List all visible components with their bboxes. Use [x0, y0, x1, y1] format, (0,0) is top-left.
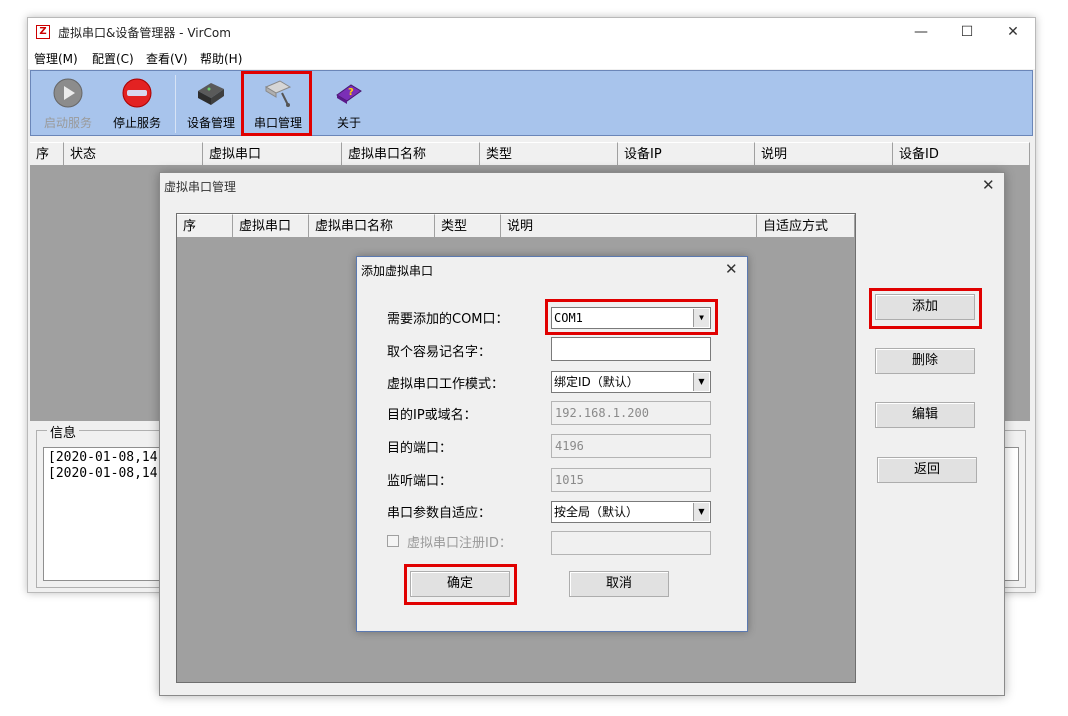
col-type[interactable]: 类型: [435, 214, 501, 237]
play-icon: [53, 78, 83, 108]
start-service-label: 启动服务: [43, 116, 92, 130]
col-type[interactable]: 类型: [480, 142, 618, 165]
col-port-name[interactable]: 虚拟串口名称: [342, 142, 480, 165]
com-label: 需要添加的COM口：: [387, 312, 509, 327]
cancel-button[interactable]: 取消: [569, 571, 669, 597]
adapt-select[interactable]: 按全局（默认） ▼: [551, 501, 711, 523]
maximize-button[interactable]: ☐: [944, 18, 990, 47]
add-dialog-close-icon[interactable]: ✕: [725, 260, 738, 278]
col-virtual-port[interactable]: 虚拟串口: [203, 142, 342, 165]
menu-manage[interactable]: 管理(M): [34, 50, 78, 67]
stop-service-label: 停止服务: [112, 116, 161, 130]
menu-view[interactable]: 查看(V): [146, 50, 188, 67]
port-manage-dialog-title: 虚拟串口管理: [164, 180, 237, 194]
menu-help[interactable]: 帮助(H): [200, 50, 242, 67]
col-adapt-mode[interactable]: 自适应方式: [757, 214, 855, 237]
dest-port-input[interactable]: 4196: [551, 434, 711, 458]
col-port-name[interactable]: 虚拟串口名称: [309, 214, 435, 237]
port-list-header: 序 虚拟串口 虚拟串口名称 类型 说明 自适应方式: [177, 214, 855, 238]
mode-select[interactable]: 绑定ID（默认） ▼: [551, 371, 711, 393]
toolbar: 启动服务 停止服务 设备管理 串口管理 ? 关于: [30, 70, 1033, 136]
col-description[interactable]: 说明: [501, 214, 757, 237]
col-index[interactable]: 序: [30, 142, 64, 165]
device-list-header: 序 状态 虚拟串口 虚拟串口名称 类型 设备IP 说明 设备ID: [30, 142, 1030, 166]
col-device-id[interactable]: 设备ID: [893, 142, 1030, 165]
col-virtual-port[interactable]: 虚拟串口: [233, 214, 309, 237]
com-select-value: COM1: [554, 311, 583, 325]
ok-button[interactable]: 确定: [410, 571, 510, 597]
help-book-icon: ?: [336, 84, 362, 104]
about-button[interactable]: ? 关于: [317, 71, 381, 135]
col-device-ip[interactable]: 设备IP: [618, 142, 755, 165]
window-title: 虚拟串口&设备管理器 - VirCom: [58, 26, 231, 40]
name-label: 取个容易记名字：: [387, 345, 492, 360]
delete-button[interactable]: 删除: [875, 348, 975, 374]
port-dialog-close-icon[interactable]: ✕: [982, 176, 995, 194]
listen-port-input[interactable]: 1015: [551, 468, 711, 492]
dest-port-label: 目的端口：: [387, 441, 453, 456]
name-input[interactable]: [551, 337, 711, 361]
reg-id-label: 虚拟串口注册ID：: [407, 536, 512, 551]
close-button[interactable]: ✕: [990, 18, 1036, 47]
about-label: 关于: [336, 116, 361, 130]
title-bar: Z 虚拟串口&设备管理器 - VirCom — ☐ ✕: [28, 18, 1035, 47]
port-manage-highlight: [241, 71, 312, 136]
info-label: 信息: [47, 422, 80, 441]
mode-label: 虚拟串口工作模式：: [387, 377, 505, 392]
device-manage-label: 设备管理: [186, 116, 235, 130]
col-status[interactable]: 状态: [64, 142, 203, 165]
app-logo-icon: Z: [36, 25, 50, 39]
device-icon: [198, 83, 224, 105]
reg-id-checkbox[interactable]: [387, 535, 399, 547]
adapt-select-value: 按全局（默认）: [554, 505, 639, 519]
col-description[interactable]: 说明: [755, 142, 893, 165]
listen-port-label: 监听端口：: [387, 474, 453, 489]
menu-bar: 管理(M) 配置(C) 查看(V) 帮助(H): [28, 47, 1035, 69]
mode-select-value: 绑定ID（默认）: [554, 375, 639, 389]
stop-icon: [122, 78, 152, 108]
add-port-dialog: 添加虚拟串口 ✕ 需要添加的COM口： COM1 ▼ 取个容易记名字： 虚拟串口…: [356, 256, 748, 632]
device-manage-button[interactable]: 设备管理: [179, 71, 243, 135]
back-button[interactable]: 返回: [877, 457, 977, 483]
toolbar-separator: [175, 75, 176, 133]
edit-button[interactable]: 编辑: [875, 402, 975, 428]
start-service-button[interactable]: 启动服务: [35, 71, 101, 135]
ip-input[interactable]: 192.168.1.200: [551, 401, 711, 425]
stop-service-button[interactable]: 停止服务: [103, 71, 171, 135]
add-port-dialog-title: 添加虚拟串口: [361, 264, 434, 278]
adapt-label: 串口参数自适应：: [387, 506, 492, 521]
chevron-down-icon[interactable]: ▼: [693, 309, 709, 327]
add-button[interactable]: 添加: [875, 294, 975, 320]
menu-config[interactable]: 配置(C): [92, 50, 134, 67]
com-select[interactable]: COM1 ▼: [551, 307, 711, 329]
svg-text:?: ?: [348, 87, 354, 98]
chevron-down-icon[interactable]: ▼: [693, 503, 709, 521]
reg-id-input[interactable]: [551, 531, 711, 555]
col-index[interactable]: 序: [177, 214, 233, 237]
chevron-down-icon[interactable]: ▼: [693, 373, 709, 391]
minimize-button[interactable]: —: [898, 18, 944, 47]
ip-label: 目的IP或域名：: [387, 408, 477, 423]
